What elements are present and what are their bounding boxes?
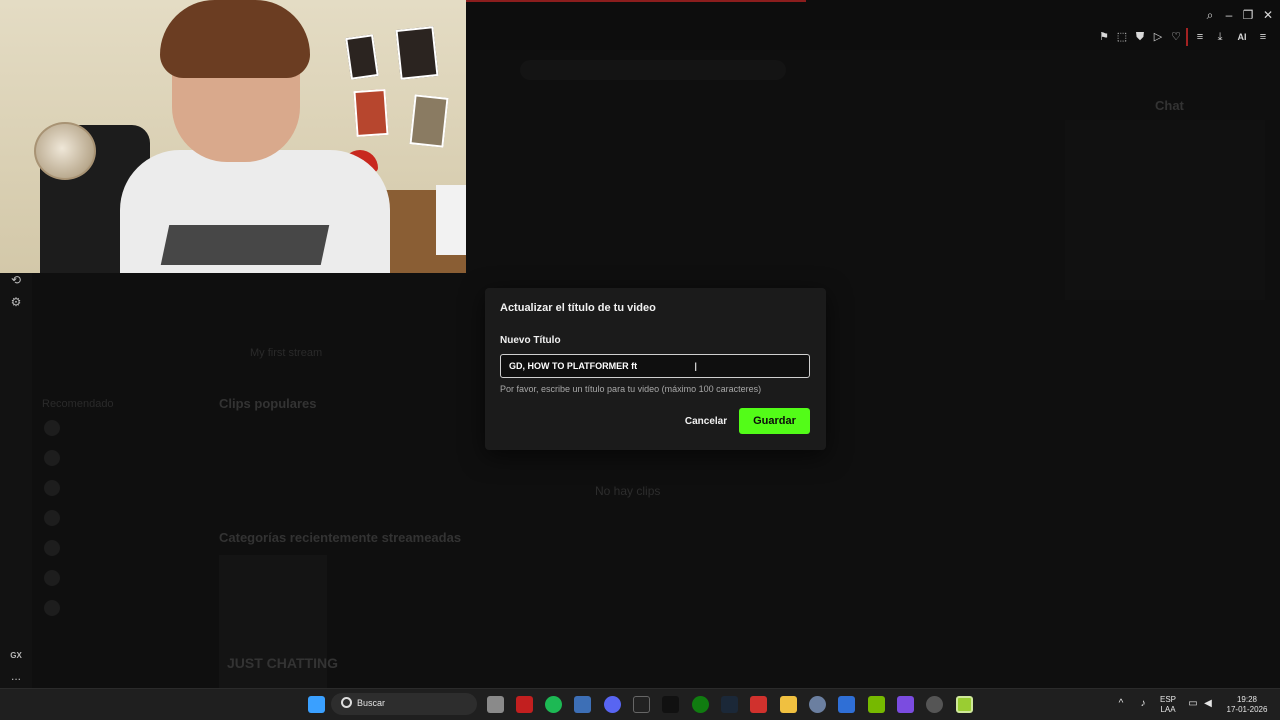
background-avatar xyxy=(44,480,60,496)
taskbar-search-text: Buscar xyxy=(357,698,386,708)
title-input[interactable] xyxy=(500,354,810,378)
app-icon[interactable] xyxy=(956,696,973,713)
task-view-icon[interactable] xyxy=(487,696,504,713)
background-avatar xyxy=(44,570,60,586)
text-cursor-icon: I xyxy=(694,360,698,374)
background-avatar xyxy=(44,450,60,466)
shield-icon[interactable]: ⛊ xyxy=(1133,30,1147,44)
background-clips-heading: Clips populares xyxy=(219,396,317,411)
discord-icon[interactable] xyxy=(604,696,621,713)
network-icon[interactable]: ▭ xyxy=(1187,698,1199,710)
tab-indicator xyxy=(466,0,806,2)
background-category-label: JUST CHATTING xyxy=(227,655,338,671)
epic-games-icon[interactable] xyxy=(633,696,650,713)
language-bottom: LAA xyxy=(1160,705,1176,714)
background-search-bar xyxy=(520,60,786,80)
webcam-poster xyxy=(395,26,439,80)
background-chat-heading: Chat xyxy=(1155,98,1184,113)
app-icon[interactable] xyxy=(750,696,767,713)
background-avatar xyxy=(44,510,60,526)
close-icon[interactable]: ✕ xyxy=(1260,7,1276,23)
search-icon xyxy=(341,697,352,708)
bookmark-icon[interactable]: ⚑ xyxy=(1097,30,1111,44)
background-avatar xyxy=(44,540,60,556)
background-no-clips: No hay clips xyxy=(595,484,661,498)
save-button[interactable]: Guardar xyxy=(739,408,810,434)
steam-icon[interactable] xyxy=(721,696,738,713)
webcam-cabinet xyxy=(436,185,466,255)
menu-icon[interactable]: ≡ xyxy=(1256,30,1270,44)
start-icon[interactable] xyxy=(308,696,325,713)
app-icon[interactable] xyxy=(574,696,591,713)
webcam-mirror xyxy=(34,122,96,180)
language-top: ESP xyxy=(1159,695,1176,704)
webcam-poster xyxy=(353,88,389,138)
new-title-label: Nuevo Título xyxy=(500,335,561,346)
background-chat-panel xyxy=(1065,120,1265,300)
update-title-dialog: Actualizar el título de tu video Nuevo T… xyxy=(485,288,826,450)
app-icon[interactable] xyxy=(662,696,679,713)
minimize-icon[interactable]: – xyxy=(1221,7,1237,23)
app-icon[interactable] xyxy=(897,696,914,713)
background-avatar xyxy=(44,600,60,616)
xbox-icon[interactable] xyxy=(692,696,709,713)
search-icon[interactable]: ⌕ xyxy=(1202,7,1218,23)
webcam-shirt-print xyxy=(160,225,330,265)
background-avatar xyxy=(44,420,60,436)
more-options-icon[interactable]: ... xyxy=(8,668,24,684)
background-stream-title: My first stream xyxy=(250,347,323,359)
menu-icon[interactable]: ≡ xyxy=(1193,30,1207,44)
language-indicator[interactable]: ESP LAA xyxy=(1158,695,1178,715)
volume-icon[interactable]: ◀ xyxy=(1202,698,1214,710)
cancel-button[interactable]: Cancelar xyxy=(678,410,734,432)
webcam-poster xyxy=(345,34,379,80)
microphone-icon[interactable]: ♪ xyxy=(1137,698,1149,710)
taskbar-search[interactable]: Buscar xyxy=(331,693,477,715)
file-explorer-icon[interactable] xyxy=(780,696,797,713)
play-icon[interactable]: ▷ xyxy=(1151,30,1165,44)
settings-icon[interactable] xyxy=(809,696,826,713)
left-rail: ⟲ ⚙ GX ... xyxy=(0,270,32,688)
restore-icon[interactable]: ❐ xyxy=(1240,7,1256,23)
ai-icon[interactable]: AI xyxy=(1232,30,1252,44)
store-icon[interactable] xyxy=(838,696,855,713)
heart-icon[interactable]: ♡ xyxy=(1169,30,1183,44)
background-recommended-heading: Recomendado xyxy=(42,398,114,410)
clock-time: 19:28 xyxy=(1236,695,1258,704)
clock-date: 17-01-2026 xyxy=(1226,705,1268,714)
download-icon[interactable]: ⤓ xyxy=(1213,30,1227,44)
clock[interactable]: 19:28 17-01-2026 xyxy=(1222,695,1272,715)
nvidia-icon[interactable] xyxy=(868,696,885,713)
webcam-person-hair xyxy=(160,0,310,78)
webcam-feed xyxy=(0,0,466,273)
opera-gx-icon[interactable] xyxy=(516,696,533,713)
webcam-poster xyxy=(409,94,449,148)
settings-icon[interactable]: ⚙ xyxy=(8,294,24,310)
gx-label[interactable]: GX xyxy=(8,648,24,664)
dialog-title: Actualizar el título de tu video xyxy=(500,302,656,314)
chevron-up-icon[interactable]: ^ xyxy=(1115,698,1127,710)
title-hint: Por favor, escribe un título para tu vid… xyxy=(500,384,762,394)
chrome-icon[interactable] xyxy=(926,696,943,713)
toolbar-divider xyxy=(1186,28,1188,46)
spotify-icon[interactable] xyxy=(545,696,562,713)
background-category-card: JUST CHATTING xyxy=(219,555,338,690)
background-categories-heading: Categorías recientemente streameadas xyxy=(219,530,462,545)
messenger-icon[interactable]: ⟲ xyxy=(8,272,24,288)
browser-toolbar: ⌕ – ❐ ✕ ⚑ ⬚ ⛊ ▷ ♡ ≡ ⤓ AI ≡ xyxy=(466,0,1280,50)
snapshot-icon[interactable]: ⬚ xyxy=(1115,30,1129,44)
